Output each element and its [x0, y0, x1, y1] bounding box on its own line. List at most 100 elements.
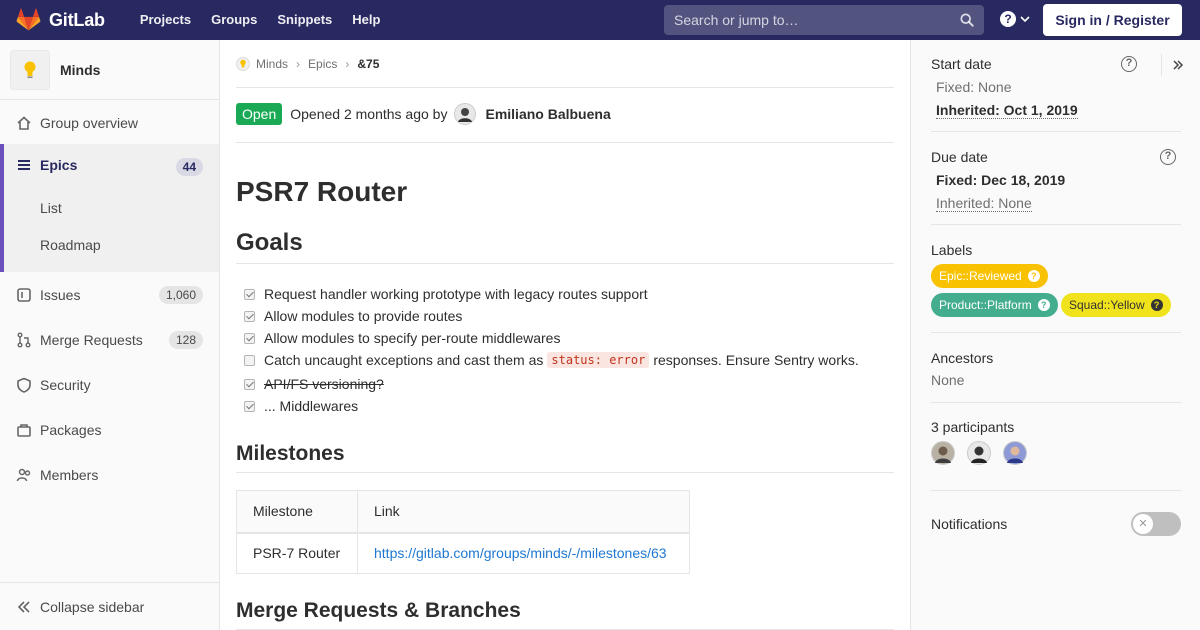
- task-checkbox[interactable]: [244, 332, 255, 344]
- ancestors-title: Ancestors: [931, 350, 994, 366]
- table-row: PSR-7 Router https://gitlab.com/groups/m…: [236, 532, 690, 574]
- left-sidebar: Minds Group overview Epics 44 List Roadm…: [0, 40, 220, 630]
- task-checkbox[interactable]: [244, 310, 255, 322]
- sidebar-item-packages[interactable]: Packages: [0, 407, 219, 452]
- package-icon: [17, 423, 31, 437]
- epic-status-row: Open Opened 2 months ago by Emiliano Bal…: [236, 103, 611, 125]
- due-date-title: Due date: [931, 149, 988, 165]
- inherited-label: Inherited:: [936, 195, 995, 211]
- users-icon: [16, 468, 31, 481]
- search-input[interactable]: [664, 12, 944, 28]
- sidebar-subitem-roadmap[interactable]: Roadmap: [40, 237, 101, 253]
- nav-projects[interactable]: Projects: [130, 0, 201, 40]
- epics-count-badge: 44: [175, 158, 203, 176]
- author-name[interactable]: Emiliano Balbuena: [485, 106, 610, 122]
- breadcrumb: Minds › Epics › &75: [236, 57, 379, 71]
- label-text: Squad::Yellow: [1069, 298, 1145, 312]
- sidebar-item-issues[interactable]: Issues 1,060: [0, 272, 219, 317]
- search-icon[interactable]: [960, 13, 974, 27]
- author-avatar[interactable]: [454, 103, 477, 125]
- sidebar-subitem-list[interactable]: List: [40, 200, 62, 216]
- due-date-fixed: Fixed: Dec 18, 2019: [936, 172, 1181, 188]
- table-cell: PSR-7 Router: [236, 532, 358, 574]
- help-icon: ?: [1037, 299, 1050, 311]
- gitlab-home-link[interactable]: GitLab: [16, 0, 105, 40]
- goals-heading: Goals: [236, 229, 894, 264]
- help-dropdown[interactable]: ?: [1000, 11, 1030, 27]
- group-avatar-small: [236, 57, 250, 71]
- participant-avatar[interactable]: [1003, 441, 1027, 465]
- merge-request-icon: [17, 332, 31, 347]
- sidebar-item-merge-requests[interactable]: Merge Requests 128: [0, 317, 219, 362]
- nav-groups[interactable]: Groups: [201, 0, 267, 40]
- status-badge: Open: [236, 103, 283, 125]
- divider: [236, 87, 894, 88]
- nav-snippets[interactable]: Snippets: [267, 0, 342, 40]
- start-date-title: Start date: [931, 56, 992, 72]
- task-checkbox[interactable]: [244, 400, 255, 412]
- group-avatar: [10, 49, 50, 90]
- labels-title: Labels: [931, 242, 973, 258]
- task-text: Catch uncaught exceptions and cast them …: [264, 352, 544, 368]
- inherited-value: None: [998, 195, 1032, 211]
- divider: [236, 142, 894, 143]
- task-item: Request handler working prototype with l…: [244, 286, 648, 302]
- task-item: API/FS versioning?: [244, 376, 384, 392]
- chevron-down-icon: [1020, 16, 1030, 23]
- double-chevron-left-icon: [17, 600, 30, 613]
- fixed-value: None: [978, 79, 1012, 95]
- start-date-fixed: Fixed: None: [936, 79, 1181, 95]
- start-date-block: Start date ? Fixed: None Inherited: Oct …: [931, 56, 1181, 119]
- nav-help[interactable]: Help: [342, 0, 390, 40]
- participant-avatar[interactable]: [931, 441, 955, 465]
- person-avatar-icon: [455, 104, 476, 124]
- home-icon: [17, 115, 31, 130]
- milestone-link[interactable]: https://gitlab.com/groups/minds/-/milest…: [374, 545, 667, 561]
- participants-title: 3 participants: [931, 419, 1015, 435]
- table-header: Milestone: [236, 490, 358, 534]
- inline-code: status: error: [547, 352, 650, 368]
- help-icon[interactable]: ?: [1121, 56, 1137, 72]
- breadcrumb-epics[interactable]: Epics: [308, 57, 337, 71]
- help-icon[interactable]: ?: [1160, 149, 1176, 165]
- person-avatar-icon: [971, 446, 987, 463]
- ancestors-block: Ancestors None: [931, 350, 1181, 388]
- issues-icon: [17, 287, 31, 302]
- notifications-toggle[interactable]: ✕: [1131, 512, 1181, 536]
- task-checkbox[interactable]: [244, 378, 255, 390]
- breadcrumb-group[interactable]: Minds: [256, 57, 288, 71]
- label-product-platform[interactable]: Product::Platform ?: [931, 293, 1058, 317]
- sidebar-item-label: Merge Requests: [40, 331, 143, 348]
- group-header[interactable]: Minds: [0, 40, 219, 100]
- participant-avatar[interactable]: [967, 441, 991, 465]
- person-avatar-icon: [935, 446, 951, 463]
- help-icon: ?: [1027, 270, 1040, 282]
- labels-block: Labels: [931, 242, 1181, 258]
- right-sidebar: Start date ? Fixed: None Inherited: Oct …: [910, 40, 1200, 630]
- lightbulb-icon: [240, 59, 246, 68]
- sign-in-register-button[interactable]: Sign in / Register: [1043, 4, 1182, 36]
- task-checkbox[interactable]: [244, 288, 255, 300]
- task-item: Allow modules to provide routes: [244, 308, 462, 324]
- help-icon: ?: [1000, 11, 1016, 27]
- label-squad-yellow[interactable]: Squad::Yellow ?: [1061, 293, 1171, 317]
- sidebar-item-label: Members: [40, 466, 99, 483]
- inherited-label: Inherited:: [936, 102, 1000, 118]
- sidebar-item-group-overview[interactable]: Group overview: [0, 100, 219, 145]
- fixed-label: Fixed:: [936, 172, 978, 188]
- lightbulb-icon: [24, 61, 36, 78]
- label-text: Epic::Reviewed: [939, 269, 1022, 283]
- breadcrumb-current[interactable]: &75: [357, 57, 379, 71]
- collapse-sidebar-button[interactable]: Collapse sidebar: [0, 582, 219, 630]
- help-icon: ?: [1150, 299, 1163, 311]
- fixed-value: Dec 18, 2019: [981, 172, 1066, 188]
- task-checkbox[interactable]: [244, 354, 255, 366]
- sidebar-item-members[interactable]: Members: [0, 452, 219, 497]
- sidebar-item-epics[interactable]: Epics: [16, 157, 77, 173]
- sidebar-item-security[interactable]: Security: [0, 362, 219, 407]
- sidebar-item-label: Epics: [40, 157, 78, 173]
- participants-block: 3 participants: [931, 419, 1181, 435]
- fixed-label: Fixed:: [936, 79, 975, 95]
- label-epic-reviewed[interactable]: Epic::Reviewed ?: [931, 264, 1048, 288]
- task-text: ... Middlewares: [264, 398, 359, 414]
